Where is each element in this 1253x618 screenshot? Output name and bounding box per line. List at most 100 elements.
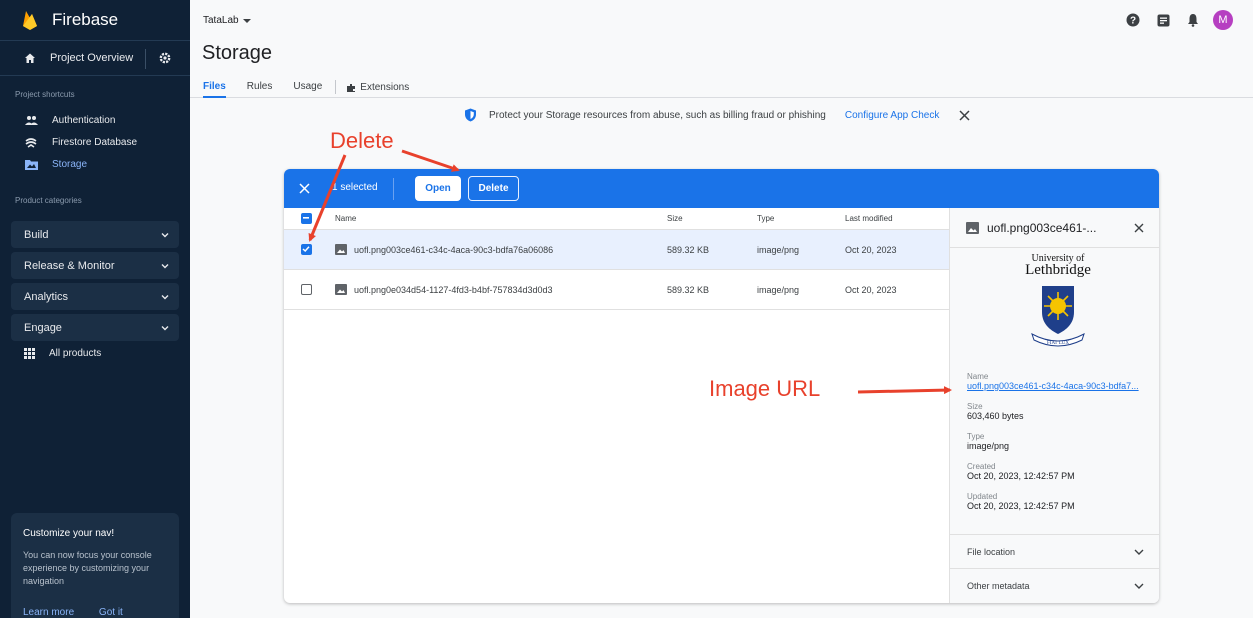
got-it-button[interactable]: Got it <box>99 607 123 618</box>
overview-divider <box>145 49 146 69</box>
delete-annotation: Delete <box>330 128 394 153</box>
configure-app-check-link[interactable]: Configure App Check <box>845 110 940 121</box>
caret-down-icon <box>242 18 251 23</box>
brand-name: Firebase <box>52 10 119 29</box>
tab-files[interactable]: Files <box>203 81 226 98</box>
updated-value: Oct 20, 2023, 12:42:57 PM <box>967 501 1075 511</box>
file-name-text: uofl.png0e034d54-1127-4fd3-b4bf-757834d3… <box>354 284 553 295</box>
other-metadata-label: Other metadata <box>967 580 1030 591</box>
size-value: 603,460 bytes <box>967 411 1024 421</box>
other-metadata-section[interactable]: Other metadata <box>950 568 1159 602</box>
file-name: uofl.png003ce461-c34c-4aca-90c3-bdfa76a0… <box>335 244 553 255</box>
close-icon[interactable] <box>1134 223 1144 233</box>
column-name[interactable]: Name <box>335 214 356 223</box>
page-title: Storage <box>202 42 273 64</box>
tab-usage[interactable]: Usage <box>293 81 322 94</box>
sidebar-item-storage[interactable]: Storage <box>0 153 190 175</box>
arrow-to-delete-button <box>401 149 460 172</box>
column-last-modified[interactable]: Last modified <box>845 214 893 223</box>
help-icon[interactable]: ? <box>1125 12 1141 28</box>
delete-button[interactable]: Delete <box>468 176 519 201</box>
file-metadata: Name uofl.png003ce461-c34c-4aca-90c3-bdf… <box>967 372 1147 522</box>
type-value: image/png <box>967 441 1010 451</box>
file-modified: Oct 20, 2023 <box>845 244 897 255</box>
project-selector[interactable]: TataLab <box>203 15 251 26</box>
select-all-checkbox[interactable] <box>301 213 312 224</box>
selection-toolbar: 1 selected Open Delete <box>284 169 1159 208</box>
all-products[interactable]: All products <box>24 348 101 359</box>
learn-more-link[interactable]: Learn more <box>23 607 74 618</box>
table-row[interactable]: uofl.png003ce461-c34c-4aca-90c3-bdfa76a0… <box>284 230 949 270</box>
image-url-annotation: Image URL <box>709 376 821 401</box>
table-row[interactable]: uofl.png0e034d54-1127-4fd3-b4bf-757834d3… <box>284 270 949 310</box>
categories-label: Product categories <box>15 196 82 205</box>
image-url-link[interactable]: uofl.png003ce461-c34c-4aca-90c3-bdfa7... <box>967 381 1147 391</box>
category-label: Release & Monitor <box>24 259 115 272</box>
file-location-section[interactable]: File location <box>950 534 1159 568</box>
image-preview[interactable]: University of Lethbridge FIAT LUX <box>1010 253 1106 363</box>
category-label: Engage <box>24 321 62 334</box>
chevron-down-icon <box>161 326 169 331</box>
bell-icon[interactable] <box>1185 12 1201 28</box>
notes-icon[interactable] <box>1155 12 1171 28</box>
chevron-down-icon <box>161 264 169 269</box>
updated-label: Updated <box>967 492 998 501</box>
row-checkbox[interactable] <box>301 244 312 255</box>
customize-title: Customize your nav! <box>23 528 115 539</box>
sidebar: Firebase Project Overview Project shortc… <box>0 0 190 618</box>
file-modified: Oct 20, 2023 <box>845 284 897 295</box>
firebase-brand[interactable]: Firebase <box>0 0 190 40</box>
chevron-down-icon <box>1134 583 1144 589</box>
image-file-icon <box>335 244 347 255</box>
clear-selection-icon[interactable] <box>299 183 310 194</box>
shortcuts-label: Project shortcuts <box>15 90 75 99</box>
category-analytics[interactable]: Analytics <box>11 283 179 310</box>
category-label: Build <box>24 228 49 241</box>
svg-text:?: ? <box>1130 16 1136 27</box>
category-label: Analytics <box>24 290 69 303</box>
selected-count: 1 selected <box>332 182 378 193</box>
created-label: Created <box>967 462 996 471</box>
firebase-flame-icon <box>23 11 37 30</box>
sidebar-item-firestore[interactable]: Firestore Database <box>0 131 190 153</box>
customize-nav-card: Customize your nav! You can now focus yo… <box>11 513 179 618</box>
files-table: Name Size Type Last modified uofl.png003… <box>284 208 949 310</box>
extensions-icon <box>347 83 356 92</box>
project-overview[interactable]: Project Overview <box>0 40 190 76</box>
tab-extensions[interactable]: Extensions <box>346 81 409 94</box>
chevron-down-icon <box>161 233 169 238</box>
shield-icon <box>465 108 476 122</box>
file-details-pane: uofl.png003ce461-... University of Lethb… <box>949 208 1159 603</box>
close-icon[interactable] <box>959 109 970 121</box>
customize-links: Learn more Got it <box>23 607 145 618</box>
image-file-icon <box>966 221 979 234</box>
banner-text: Protect your Storage resources from abus… <box>489 109 826 121</box>
gear-icon[interactable] <box>158 51 172 65</box>
avatar[interactable]: M <box>1213 10 1233 30</box>
preview-motto: FIAT LUX <box>1047 341 1069 346</box>
open-button[interactable]: Open <box>415 176 461 201</box>
preview-text-line2: Lethbridge <box>1025 262 1091 278</box>
storage-tabs: Files Rules Usage Extensions <box>203 80 430 98</box>
firestore-icon <box>24 136 38 148</box>
category-build[interactable]: Build <box>11 221 179 248</box>
all-products-label: All products <box>49 348 102 359</box>
size-label: Size <box>967 402 983 411</box>
university-crest-icon: FIAT LUX <box>1031 286 1085 347</box>
tab-rules[interactable]: Rules <box>247 81 273 94</box>
app-check-banner: Protect your Storage resources from abus… <box>464 108 970 122</box>
file-name: uofl.png0e034d54-1127-4fd3-b4bf-757834d3… <box>335 284 553 295</box>
toolbar-divider <box>393 178 394 200</box>
sidebar-item-authentication[interactable]: Authentication <box>0 109 190 131</box>
file-type: image/png <box>757 244 800 255</box>
top-right-icons: ? M <box>1111 10 1233 30</box>
row-checkbox[interactable] <box>301 284 312 295</box>
category-engage[interactable]: Engage <box>11 314 179 341</box>
page-header: TataLab Storage Files Rules Usage Extens… <box>190 0 1253 98</box>
column-size[interactable]: Size <box>667 214 683 223</box>
category-release-monitor[interactable]: Release & Monitor <box>11 252 179 279</box>
image-file-icon <box>335 284 347 295</box>
people-icon <box>24 114 38 126</box>
tab-extensions-label: Extensions <box>360 82 410 93</box>
column-type[interactable]: Type <box>757 214 774 223</box>
